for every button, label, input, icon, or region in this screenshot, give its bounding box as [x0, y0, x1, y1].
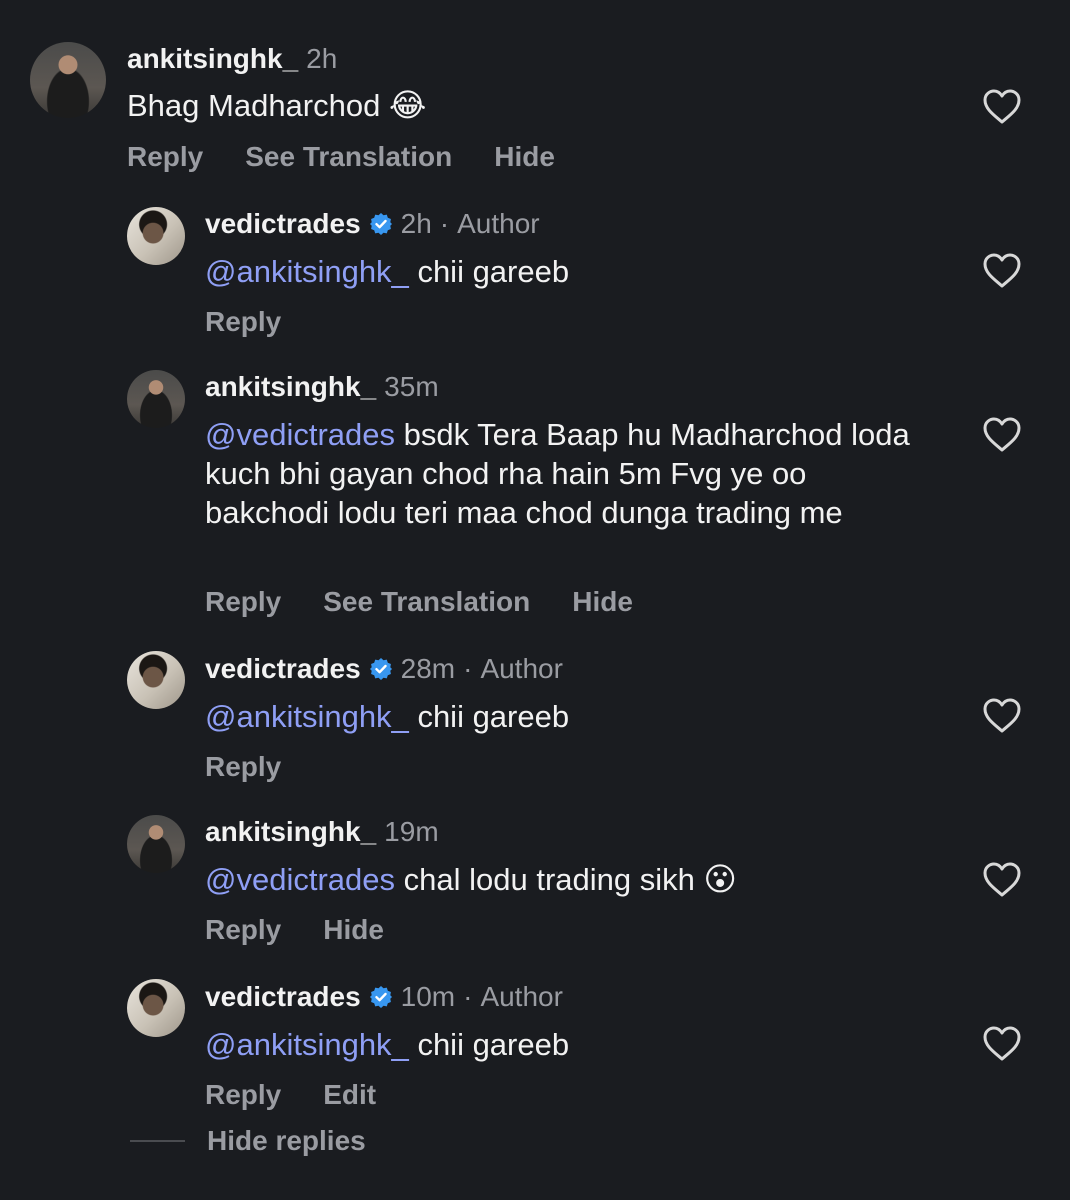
see-translation-button[interactable]: See Translation [245, 140, 452, 174]
username[interactable]: ankitsinghk_ [205, 370, 376, 404]
author-tag: Author [480, 653, 563, 684]
mention-link[interactable]: @ankitsinghk_ [205, 699, 409, 734]
comment-body: Bhag Madharchod [127, 88, 381, 123]
heart-icon[interactable] [982, 861, 1022, 899]
comment-actions: Reply See Translation Hide [127, 140, 555, 174]
reply-button[interactable]: Reply [205, 585, 281, 619]
username[interactable]: vedictrades [205, 980, 361, 1014]
avatar[interactable] [127, 207, 185, 265]
see-translation-button[interactable]: See Translation [323, 585, 530, 619]
timestamp: 10m [400, 981, 456, 1012]
hide-button[interactable]: Hide [323, 913, 384, 947]
comment-body: chii gareeb [417, 1027, 570, 1062]
reply-button[interactable]: Reply [205, 913, 281, 947]
comment-actions: Reply [205, 305, 281, 339]
heart-icon[interactable] [982, 252, 1022, 290]
comment-text: @ankitsinghk_ chii gareeb [205, 1025, 935, 1064]
username[interactable]: ankitsinghk_ [205, 815, 376, 849]
reply-button[interactable]: Reply [127, 140, 203, 174]
timestamp: 2h [400, 208, 432, 239]
comment-header: ankitsinghk_ 35m [205, 370, 439, 404]
username[interactable]: vedictrades [205, 652, 361, 686]
comment-text: @vedictrades chal lodu trading sikh 😮 [205, 860, 935, 899]
mention-link[interactable]: @vedictrades [205, 862, 395, 897]
comment-body: chal lodu trading sikh [403, 862, 695, 897]
heart-icon[interactable] [982, 697, 1022, 735]
timestamp: 35m [384, 371, 439, 402]
username[interactable]: ankitsinghk_ [127, 42, 298, 76]
mention-link[interactable]: @vedictrades [205, 417, 395, 452]
author-tag: Author [480, 981, 563, 1012]
comment-actions: Reply Edit [205, 1078, 376, 1112]
mention-link[interactable]: @ankitsinghk_ [205, 1027, 409, 1062]
avatar[interactable] [127, 370, 185, 428]
hide-button[interactable]: Hide [572, 585, 633, 619]
hide-replies-button[interactable]: Hide replies [207, 1124, 366, 1158]
reply-button[interactable]: Reply [205, 750, 281, 784]
comment-text: @ankitsinghk_ chii gareeb [205, 697, 935, 736]
verified-badge-icon [369, 986, 392, 1008]
heart-icon[interactable] [982, 416, 1022, 454]
avatar[interactable] [127, 979, 185, 1037]
emoji: 😮 [703, 860, 737, 898]
comment-body: chii gareeb [417, 699, 570, 734]
comment-header: vedictrades 28m · Author [205, 652, 563, 686]
hide-button[interactable]: Hide [494, 140, 555, 174]
comment-header: ankitsinghk_ 2h [127, 42, 337, 76]
meta-separator: · [463, 653, 473, 684]
meta-separator: · [439, 208, 450, 239]
comment-body: chii gareeb [417, 254, 570, 289]
reply-button[interactable]: Reply [205, 1078, 281, 1112]
author-tag: Author [457, 208, 540, 239]
comment-actions: Reply See Translation Hide [205, 585, 633, 619]
timestamp: 2h [306, 43, 338, 74]
heart-icon[interactable] [982, 1025, 1022, 1063]
comment-text: @vedictrades bsdk Tera Baap hu Madharcho… [205, 415, 935, 532]
edit-button[interactable]: Edit [323, 1078, 376, 1112]
verified-badge-icon [369, 658, 392, 680]
comment-actions: Reply Hide [205, 913, 384, 947]
comment-text: Bhag Madharchod 😂 [127, 86, 857, 125]
comment-text: @ankitsinghk_ chii gareeb [205, 252, 935, 291]
avatar[interactable] [127, 651, 185, 709]
timestamp: 19m [384, 816, 439, 847]
comment-header: vedictrades 2h · Author [205, 207, 540, 241]
heart-icon[interactable] [982, 88, 1022, 126]
username[interactable]: vedictrades [205, 207, 361, 241]
meta-separator: · [463, 981, 473, 1012]
emoji: 😂 [388, 86, 427, 124]
comment-header: vedictrades 10m · Author [205, 980, 563, 1014]
reply-button[interactable]: Reply [205, 305, 281, 339]
avatar[interactable] [127, 815, 185, 873]
hide-replies-divider [130, 1140, 185, 1142]
comment-header: ankitsinghk_ 19m [205, 815, 439, 849]
timestamp: 28m [400, 653, 456, 684]
verified-badge-icon [369, 213, 392, 235]
comment-actions: Reply [205, 750, 281, 784]
avatar[interactable] [30, 42, 106, 118]
mention-link[interactable]: @ankitsinghk_ [205, 254, 409, 289]
